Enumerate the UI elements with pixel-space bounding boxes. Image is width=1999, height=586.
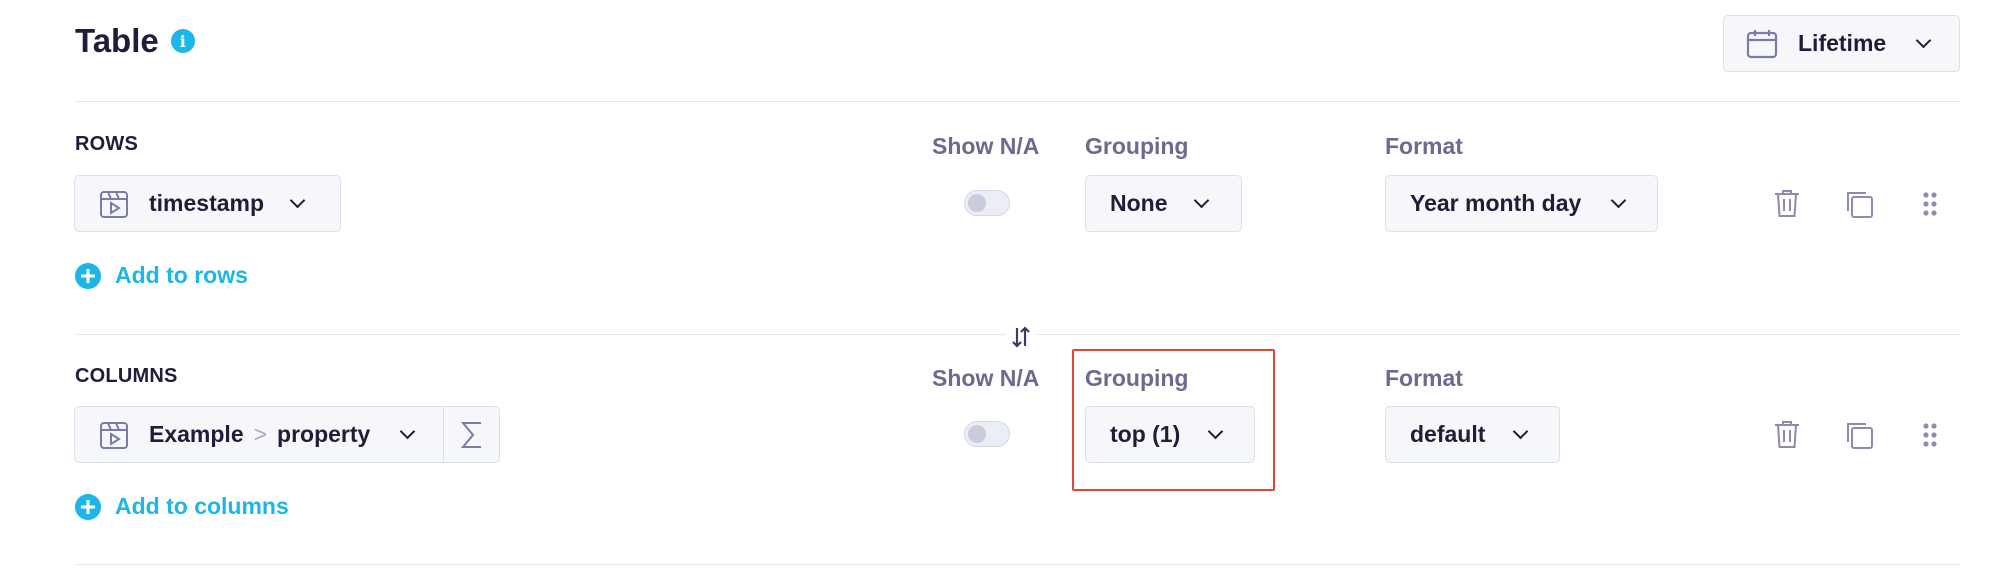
breadcrumb-separator: > [253,421,268,447]
sigma-icon [460,420,484,450]
toggle-knob [968,194,986,212]
duplicate-column-button[interactable] [1842,418,1876,452]
columns-property-name: property [277,421,371,447]
chevron-down-icon [1193,192,1209,209]
trash-icon [1773,419,1801,449]
add-to-rows-link[interactable]: Add to rows [75,262,248,289]
page-title: Table i [75,22,195,60]
add-to-columns-link[interactable]: Add to columns [75,493,289,520]
plus-circle-icon [75,262,101,289]
info-icon[interactable]: i [170,29,195,53]
chevron-down-icon [1513,423,1529,440]
chevron-down-icon [1611,192,1627,209]
chevron-down-icon [289,192,306,209]
drag-row-handle[interactable] [1913,187,1947,221]
swap-arrows-icon [1009,325,1033,349]
rows-grouping-dropdown[interactable]: None [1085,175,1242,232]
columns-format-label: Format [1385,365,1463,391]
date-range-label: Lifetime [1798,30,1887,56]
add-to-rows-label: Add to rows [115,262,248,288]
columns-show-na-toggle[interactable] [964,421,1010,447]
copy-icon [1844,189,1874,219]
event-source-icon [99,420,129,450]
rows-format-value: Year month day [1410,190,1582,216]
columns-section-label: COLUMNS [75,365,178,387]
delete-column-button[interactable] [1770,417,1804,451]
chevron-down-icon [400,423,416,440]
trash-icon [1773,188,1801,218]
add-to-columns-label: Add to columns [115,493,289,519]
rows-section-label: ROWS [75,133,139,155]
swap-rows-columns-button[interactable] [1006,323,1036,351]
bottom-divider [75,564,1960,565]
plus-circle-icon [75,493,101,520]
duplicate-row-button[interactable] [1842,187,1876,221]
rows-grouping-label: Grouping [1085,133,1189,159]
divider [75,101,1960,102]
copy-icon [1844,420,1874,450]
columns-show-na-label: Show N/A [932,365,1040,391]
grouping-highlight-box [1072,349,1275,491]
toggle-knob [968,425,986,443]
columns-property-parent: Example [149,421,244,447]
rows-format-label: Format [1385,133,1463,159]
calendar-icon [1746,29,1778,59]
rows-grouping-value: None [1110,190,1168,216]
columns-format-value: default [1410,421,1486,447]
date-range-dropdown[interactable]: Lifetime [1723,15,1960,72]
event-source-icon [99,189,129,219]
drag-handle-icon [1922,191,1938,217]
aggregate-button[interactable] [443,407,499,462]
rows-show-na-toggle[interactable] [964,190,1010,216]
columns-property-dropdown[interactable]: Example > property [74,406,500,463]
title-text: Table [75,22,159,59]
chevron-down-icon [1915,32,1932,49]
delete-row-button[interactable] [1770,186,1804,220]
rows-show-na-label: Show N/A [932,133,1040,159]
drag-column-handle[interactable] [1913,418,1947,452]
rows-property-name: timestamp [149,190,265,216]
columns-format-dropdown[interactable]: default [1385,406,1560,463]
drag-handle-icon [1922,422,1938,448]
rows-format-dropdown[interactable]: Year month day [1385,175,1658,232]
rows-property-dropdown[interactable]: timestamp [74,175,341,232]
